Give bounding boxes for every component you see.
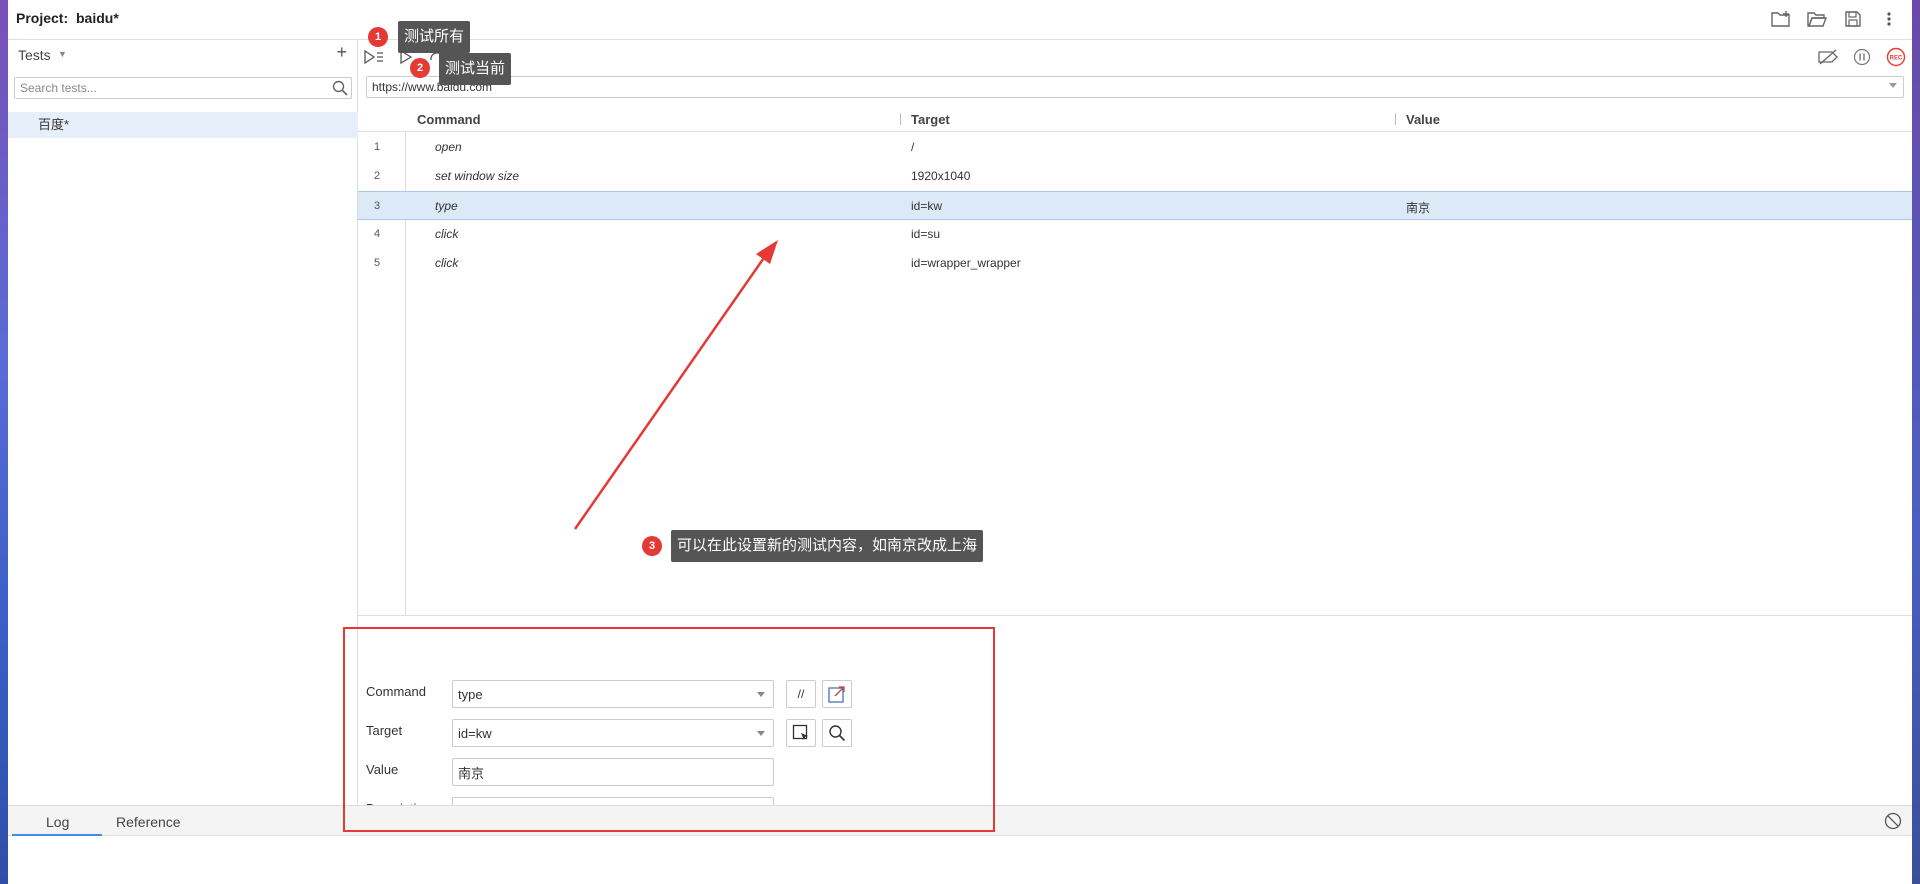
annotation-highlight-box xyxy=(343,627,995,832)
annotation-badge: 3 xyxy=(642,536,662,556)
annotation-tooltip-edit-hint: 可以在此设置新的测试内容，如南京改成上海 xyxy=(671,530,984,562)
